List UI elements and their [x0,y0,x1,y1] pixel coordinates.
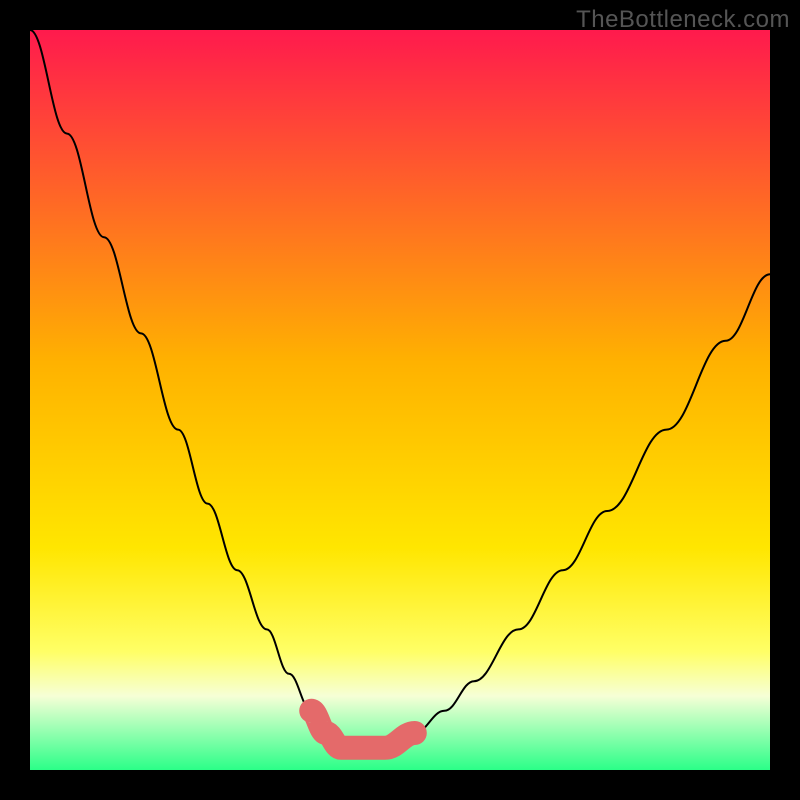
gradient-background [30,30,770,770]
bottleneck-chart [30,30,770,770]
chart-frame: TheBottleneck.com [0,0,800,800]
